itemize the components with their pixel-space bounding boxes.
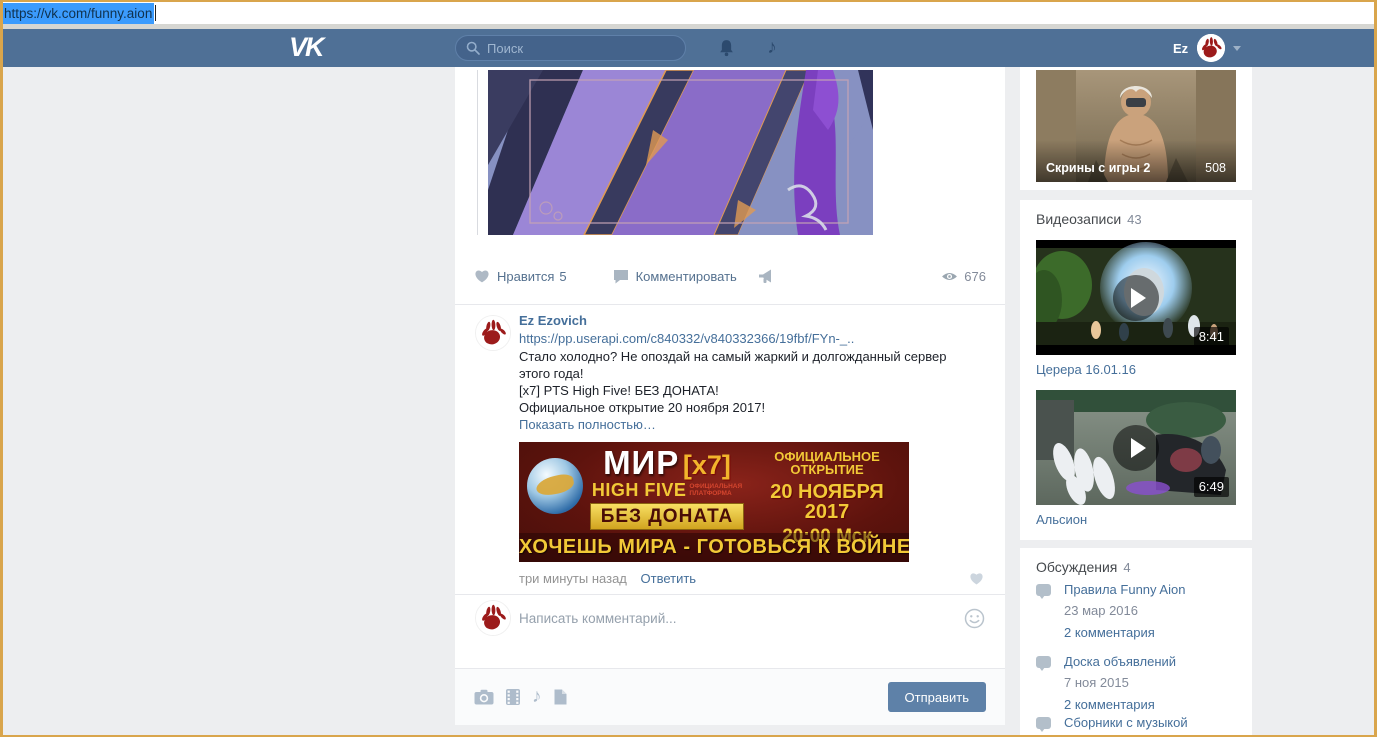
photo-album-card: Скрины с игры 2 508 <box>1020 67 1252 190</box>
banner-opening-date: 20 НОЯБРЯ 2017 <box>770 481 884 523</box>
discussion-title[interactable]: Правила Funny Aion <box>1064 582 1252 597</box>
search-placeholder: Поиск <box>487 40 524 56</box>
discussion-item: Сборники с музыкой <box>1020 715 1252 732</box>
comment-toolbar: ♪ Отправить <box>455 668 1005 725</box>
vk-logo[interactable]: VK <box>289 29 324 67</box>
comment-time: три минуты назад <box>519 571 627 586</box>
videos-count: 43 <box>1127 212 1142 227</box>
videos-section-header[interactable]: Видеозаписи 43 <box>1036 211 1142 227</box>
address-bar-selected-text: https://vk.com/funny.aion <box>3 3 155 25</box>
post-action-bar: Нравится 5 Комментировать 676 <box>455 258 1005 294</box>
video-thumbnail[interactable]: 8:41 <box>1036 240 1236 355</box>
discussion-comments-link[interactable]: 2 комментария <box>1064 625 1252 640</box>
comment-label: Комментировать <box>635 268 737 284</box>
divider <box>455 594 1005 595</box>
post-photo-attachment[interactable] <box>488 70 873 235</box>
music-icon[interactable]: ♪ <box>761 38 783 58</box>
comment-input[interactable]: Написать комментарий... <box>519 611 677 626</box>
banner-world-text: МИР <box>603 444 680 481</box>
megaphone-icon <box>758 269 771 283</box>
attach-document-icon[interactable] <box>554 689 567 705</box>
show-more-link[interactable]: Показать полностью… <box>519 417 967 432</box>
banner-rate-text: [x7] <box>682 450 731 480</box>
attach-video-film-icon[interactable] <box>506 689 520 705</box>
banner-right-block: ОФИЦИАЛЬНОЕ ОТКРЫТИЕ 20 НОЯБРЯ 2017 20:0… <box>747 450 907 546</box>
discussions-title: Обсуждения <box>1036 559 1118 575</box>
like-count: 5 <box>559 268 567 284</box>
post-views: 676 <box>941 269 986 284</box>
share-button[interactable] <box>758 269 776 284</box>
top-navigation-bar: VK Поиск ♪ Ez <box>3 29 1374 67</box>
like-label: Нравится <box>497 268 555 284</box>
comment-like-heart-icon[interactable] <box>969 572 984 590</box>
banner-platform-note: ОФИЦИАЛЬНАЯ ПЛАТФОРМА <box>689 483 743 497</box>
search-icon <box>466 41 480 55</box>
banner-opening-label: ОФИЦИАЛЬНОЕ ОТКРЫТИЕ <box>774 449 880 477</box>
banner-platform-title: HIGH FIVE <box>591 480 687 500</box>
discussion-title[interactable]: Доска объявлений <box>1064 654 1252 669</box>
comment-author-avatar[interactable] <box>475 315 511 351</box>
views-count: 676 <box>964 268 986 284</box>
discussions-count: 4 <box>1123 560 1131 575</box>
videos-title: Видеозаписи <box>1036 211 1122 227</box>
banner-slogan: ХОЧЕШЬ МИРА - ГОТОВЬСЯ К ВОЙНЕ <box>519 533 909 562</box>
wall-post-card: Нравится 5 Комментировать 676 Ez Ezovich… <box>455 67 1005 725</box>
album-label-overlay: Скрины с игры 2 508 <box>1036 140 1236 182</box>
video-title[interactable]: Церера 16.01.16 <box>1036 362 1136 377</box>
avatar <box>1197 34 1226 62</box>
search-input[interactable]: Поиск <box>455 35 686 61</box>
send-comment-button[interactable]: Отправить <box>887 682 986 712</box>
current-user-avatar <box>475 600 511 636</box>
play-icon <box>1113 424 1159 471</box>
discussion-title[interactable]: Сборники с музыкой <box>1064 715 1252 730</box>
emoji-smiley-icon[interactable] <box>964 608 985 634</box>
globe-icon <box>527 458 583 514</box>
chevron-down-icon <box>1233 45 1242 51</box>
comment-text: Стало холодно? Не опоздай на самый жарки… <box>519 349 947 415</box>
discussion-bubble-icon <box>1036 717 1051 732</box>
videos-card: Видеозаписи 43 8:41 Церера 16.01.16 6:49… <box>1020 200 1252 540</box>
comment-attachment-link[interactable]: https://pp.userapi.com/c840332/v84033236… <box>519 331 967 346</box>
post-image-edge-line <box>477 70 478 235</box>
comment-body: Ez Ezovich https://pp.userapi.com/c84033… <box>519 313 967 586</box>
comment-footer: три минуты назад Ответить <box>519 571 967 586</box>
album-title: Скрины с игры 2 <box>1046 161 1151 175</box>
discussions-card: Обсуждения 4 Правила Funny Aion 23 мар 20… <box>1020 548 1252 735</box>
discussion-item: Доска объявлений 7 ноя 2015 2 комментари… <box>1020 654 1252 712</box>
heart-icon <box>475 270 489 283</box>
banner-left-block: МИР [x7] HIGH FIVE ОФИЦИАЛЬНАЯ ПЛАТФОРМА Б… <box>585 446 749 530</box>
like-button[interactable]: Нравится 5 <box>474 269 567 284</box>
reply-link[interactable]: Ответить <box>641 571 697 586</box>
attach-photo-camera-icon[interactable] <box>474 689 494 705</box>
comment-author-name[interactable]: Ez Ezovich <box>519 313 587 328</box>
page-background: Нравится 5 Комментировать 676 Ez Ezovich… <box>3 67 1374 735</box>
discussion-bubble-icon <box>1036 656 1051 671</box>
album-count: 508 <box>1205 161 1226 175</box>
comment-button[interactable]: Комментировать <box>613 269 737 284</box>
attach-audio-note-icon[interactable]: ♪ <box>532 687 542 706</box>
banner-no-donate-badge: БЕЗ ДОНАТА <box>589 503 745 530</box>
photo-album-thumbnail[interactable]: Скрины с игры 2 508 <box>1036 70 1236 182</box>
user-short-name: Ez <box>1173 40 1189 56</box>
discussion-item: Правила Funny Aion 23 мар 2016 2 коммент… <box>1020 582 1252 640</box>
video-duration: 6:49 <box>1193 477 1229 497</box>
video-title[interactable]: Альсион <box>1036 512 1087 527</box>
play-icon <box>1113 274 1159 321</box>
divider <box>455 304 1005 305</box>
eye-icon <box>942 272 958 280</box>
notifications-bell-icon[interactable] <box>715 38 737 58</box>
discussion-date: 23 мар 2016 <box>1064 603 1139 618</box>
discussions-section-header[interactable]: Обсуждения 4 <box>1036 559 1131 575</box>
comment-banner-image[interactable]: МИР [x7] HIGH FIVE ОФИЦИАЛЬНАЯ ПЛАТФОРМА Б… <box>519 442 909 562</box>
browser-address-bar[interactable]: https://vk.com/funny.aion <box>3 2 1374 25</box>
user-menu[interactable]: Ez <box>1173 34 1242 62</box>
comment-bubble-icon <box>613 269 628 283</box>
discussion-date: 7 ноя 2015 <box>1064 675 1129 690</box>
discussion-comments-link[interactable]: 2 комментария <box>1064 697 1252 712</box>
text-caret <box>155 4 157 21</box>
video-duration: 8:41 <box>1193 327 1229 347</box>
video-thumbnail[interactable]: 6:49 <box>1036 390 1236 505</box>
discussion-bubble-icon <box>1036 584 1051 599</box>
